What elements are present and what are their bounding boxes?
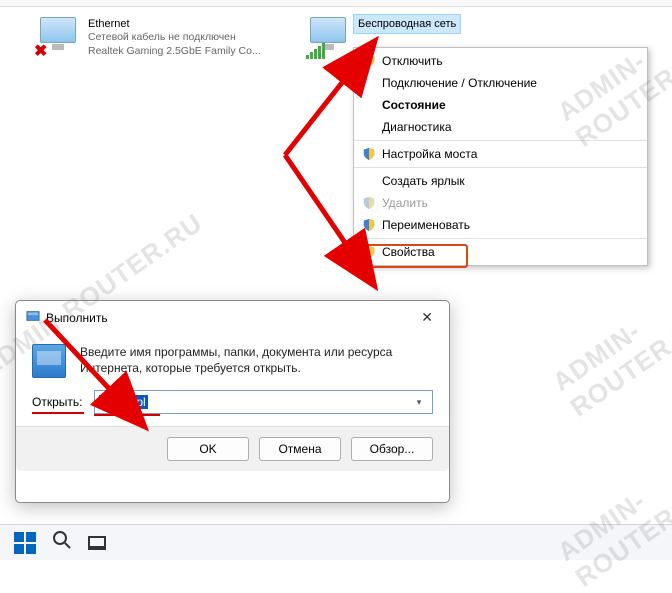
highlight-annotation <box>32 412 84 414</box>
ctx-item-status[interactable]: Состояние <box>354 94 647 116</box>
run-dialog: Выполнить ✕ Введите имя программы, папки… <box>15 300 450 503</box>
ctx-item-properties[interactable]: Свойства <box>354 238 647 263</box>
close-icon[interactable]: ✕ <box>415 307 439 328</box>
ctx-label: Отключить <box>382 54 443 68</box>
browse-button[interactable]: Обзор... <box>351 437 433 461</box>
ctx-item-bridge[interactable]: Настройка моста <box>354 140 647 165</box>
connection-ethernet[interactable]: ✖ Ethernet Сетевой кабель не подключен R… <box>40 17 280 59</box>
ok-button[interactable]: OK <box>167 437 249 461</box>
chevron-down-icon[interactable]: ▾ <box>410 397 428 408</box>
taskbar <box>0 524 672 560</box>
ctx-label: Создать ярлык <box>382 174 465 188</box>
ctx-label: Свойства <box>382 245 435 259</box>
ctx-item-rename[interactable]: Переименовать <box>354 214 647 236</box>
ethernet-icon: ✖ <box>40 17 80 57</box>
highlight-annotation <box>94 414 160 416</box>
watermark: ADMIN-ROUTER.RU <box>552 449 672 593</box>
shield-icon <box>362 245 376 259</box>
run-title-text: Выполнить <box>46 311 108 325</box>
taskbar-search-icon[interactable] <box>52 530 72 555</box>
wifi-adapter-icon <box>310 17 350 57</box>
connection-adapter: Realtek Gaming 2.5GbE Family Co... <box>88 45 261 59</box>
ctx-label: Переименовать <box>382 218 470 232</box>
ctx-label: Настройка моста <box>382 147 477 161</box>
start-button[interactable] <box>14 532 36 554</box>
shield-icon <box>362 196 376 210</box>
run-description: Введите имя программы, папки, документа … <box>80 344 433 378</box>
ctx-label: Состояние <box>382 98 446 112</box>
ctx-label: Диагностика <box>382 120 452 134</box>
ctx-label: Удалить <box>382 196 428 210</box>
run-program-icon <box>32 344 66 378</box>
wifi-signal-icon <box>306 43 325 59</box>
ctx-item-disable[interactable]: Отключить <box>354 50 647 72</box>
cancel-button[interactable]: Отмена <box>259 437 341 461</box>
command-input[interactable]: ncpa.cpl ▾ <box>94 390 433 414</box>
watermark: ADMIN-ROUTER.RU <box>547 279 672 424</box>
run-title-icon <box>26 309 40 326</box>
window-toolbar <box>0 0 672 7</box>
run-titlebar[interactable]: Выполнить ✕ <box>16 301 449 334</box>
shield-icon <box>362 54 376 68</box>
shield-icon <box>362 147 376 161</box>
command-value: ncpa.cpl <box>99 395 148 409</box>
ctx-item-delete: Удалить <box>354 192 647 214</box>
ctx-label: Подключение / Отключение <box>382 76 537 90</box>
ctx-item-diagnose[interactable]: Диагностика <box>354 116 647 138</box>
task-view-icon[interactable] <box>88 536 106 550</box>
context-menu: Отключить Подключение / Отключение Состо… <box>353 47 648 266</box>
open-label: Открыть: <box>32 395 82 409</box>
ctx-item-connect-disconnect[interactable]: Подключение / Отключение <box>354 72 647 94</box>
connection-name: Беспроводная сеть <box>353 14 461 34</box>
ctx-item-shortcut[interactable]: Создать ярлык <box>354 167 647 192</box>
connection-status: Сетевой кабель не подключен <box>88 31 261 45</box>
shield-icon <box>362 218 376 232</box>
disconnected-icon: ✖ <box>34 41 47 61</box>
connection-name: Ethernet <box>88 17 261 31</box>
